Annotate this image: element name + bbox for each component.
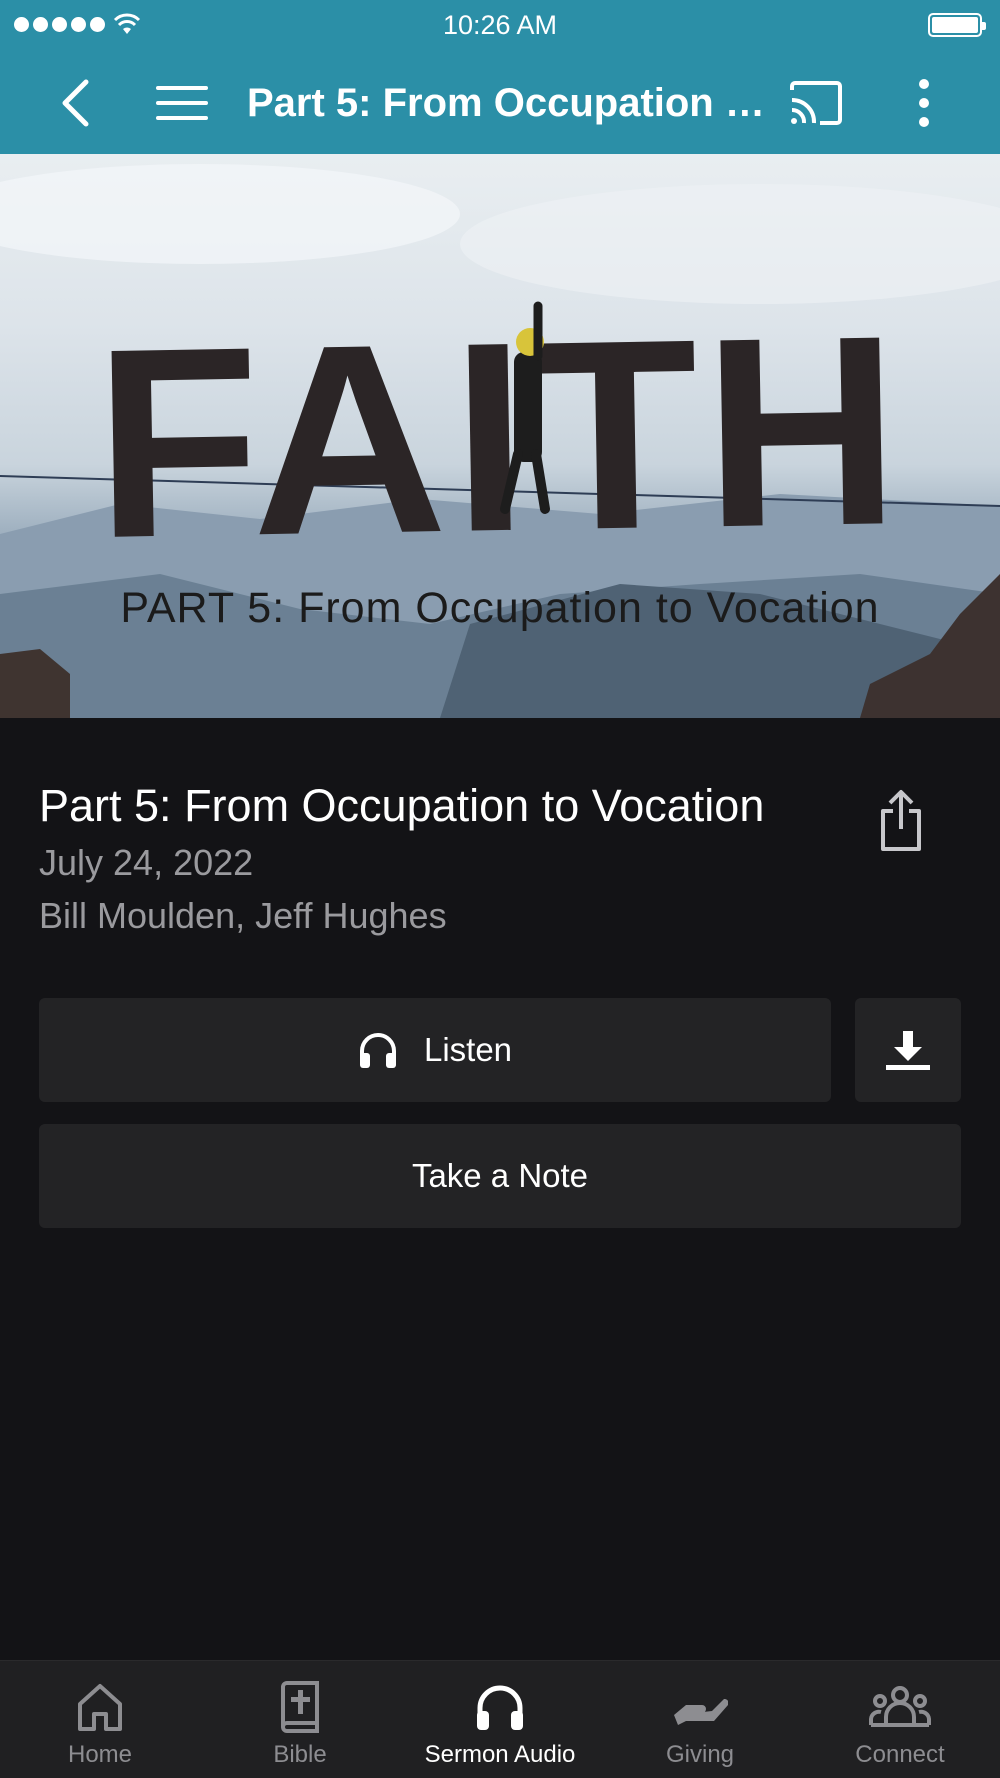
cast-button[interactable] [786,72,846,134]
tab-bible[interactable]: Bible [200,1661,400,1778]
bible-icon [281,1681,319,1733]
tab-sermon-audio[interactable]: Sermon Audio [400,1661,600,1778]
tab-sermon-audio-label: Sermon Audio [424,1741,576,1768]
status-bar: 10:26 AM [0,0,1000,52]
tab-home-label: Home [67,1741,133,1768]
hamburger-menu-icon [156,86,208,120]
tab-connect-label: Connect [855,1741,945,1768]
chevron-left-icon [62,79,89,127]
share-button[interactable] [870,786,932,856]
sermon-title: Part 5: From Occupation to Vocation [39,780,765,831]
tab-connect[interactable]: Connect [800,1661,1000,1778]
app-bar: Part 5: From Occupation to Vocation [0,52,1000,154]
download-button[interactable] [855,998,961,1102]
listen-button[interactable]: Listen [39,998,831,1102]
sermon-artwork: FAITH PART 5: From Occupation to Vocatio… [0,154,1000,718]
cast-icon [790,81,842,125]
battery-icon [928,13,986,37]
tab-home[interactable]: Home [0,1661,200,1778]
faith-title-graphic: FAITH [93,294,908,554]
back-button[interactable] [50,72,100,134]
sermon-speakers: Bill Moulden, Jeff Hughes [39,895,447,936]
artwork-subtitle: PART 5: From Occupation to Vocation [120,584,880,632]
faith-wordmark: FAITH [93,294,908,554]
headphones-icon [359,1033,396,1068]
app-bar-title: Part 5: From Occupation to Vocation [247,81,767,125]
menu-button[interactable] [152,72,212,134]
home-icon [78,1684,122,1731]
sermon-date: July 24, 2022 [39,842,254,883]
tab-giving[interactable]: Giving [600,1661,800,1778]
people-icon [869,1686,931,1727]
download-icon [886,1031,930,1070]
more-vertical-icon [919,79,929,127]
giving-hand-icon [674,1698,728,1725]
headphones-icon [477,1685,523,1730]
take-note-button[interactable]: Take a Note [39,1124,961,1228]
bottom-tab-bar: Home Bible Sermon Audio Giving Connect [0,1660,1000,1778]
listen-label: Listen [423,1031,513,1068]
status-time: 10:26 AM [442,10,558,40]
take-note-label: Take a Note [411,1157,589,1194]
share-icon [881,790,921,851]
more-options-button[interactable] [902,72,946,134]
tab-bible-label: Bible [273,1741,327,1768]
tab-giving-label: Giving [665,1741,735,1768]
